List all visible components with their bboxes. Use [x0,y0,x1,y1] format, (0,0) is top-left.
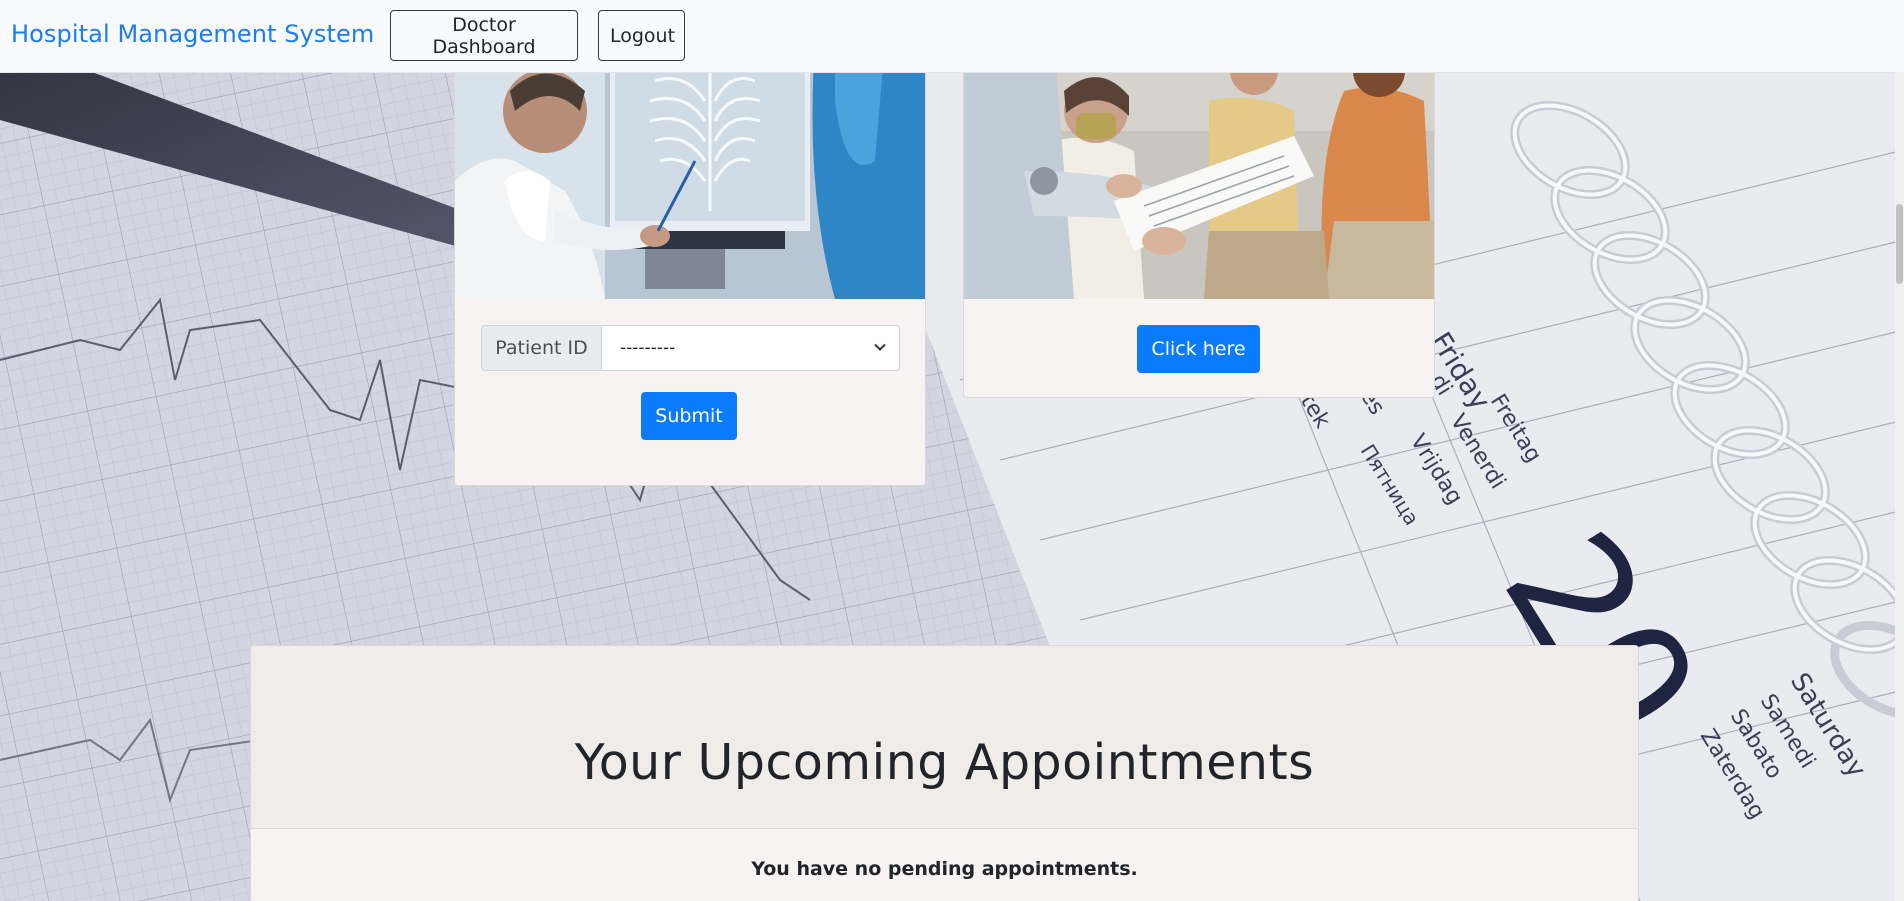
chevron-down-icon [874,343,886,351]
doctor-with-patients-photo [964,41,1434,299]
patient-id-label: Patient ID [481,325,601,371]
appointments-title: Your Upcoming Appointments [574,734,1315,791]
click-here-button[interactable]: Click here [1137,325,1260,373]
brand-link[interactable]: Hospital Management System [11,20,374,48]
patient-card: Patient ID --------- Submit [454,40,926,486]
logout-button[interactable]: Logout [598,10,685,61]
appointment-card: Click here [963,40,1435,398]
page-scrollbar[interactable] [1895,72,1904,901]
doctor-dashboard-button[interactable]: Doctor Dashboard [390,10,578,61]
patient-id-selected-value: --------- [620,338,676,358]
appointments-header: Your Upcoming Appointments [251,646,1638,829]
patient-id-select[interactable]: --------- [601,325,900,371]
appointments-panel: Your Upcoming Appointments You have no p… [250,645,1639,901]
doctor-xray-photo [455,41,925,299]
scrollbar-thumb[interactable] [1896,204,1903,284]
navbar: Hospital Management System Doctor Dashbo… [0,0,1904,73]
submit-button[interactable]: Submit [641,392,737,440]
appointments-empty-message: You have no pending appointments. [751,858,1138,880]
patient-id-input-group: Patient ID --------- [481,325,900,371]
